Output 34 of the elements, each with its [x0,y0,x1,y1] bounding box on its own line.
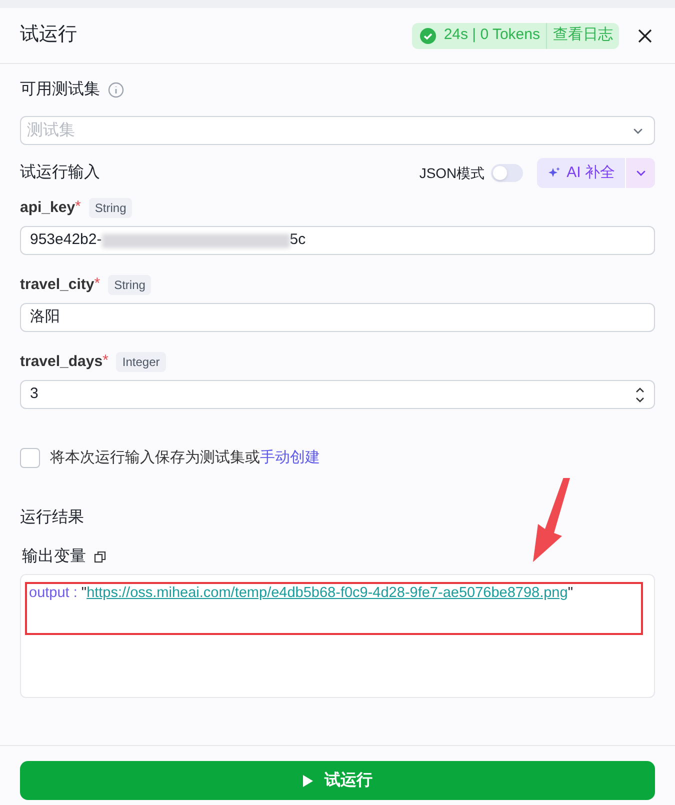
field-label: travel_city [20,274,94,295]
output-label: 输出变量 [22,546,86,567]
json-mode-label: JSON模式 [419,164,485,182]
input-value: 5c [290,230,306,250]
section-label: 运行结果 [20,508,85,528]
required-mark: * [75,197,81,217]
run-button[interactable]: 试运行 [20,761,655,800]
field-label: api_key [20,198,76,218]
input-field[interactable]: 953e42b2- 5c [20,226,655,255]
type-tag: Integer [116,352,166,372]
info-icon [108,82,124,98]
save-option-text: 将本次运行输入保存为测试集或手动创建 [50,448,320,468]
dialog-title: 试运行 [20,23,77,48]
stepper-icon[interactable] [635,386,645,404]
create-manually-link[interactable]: 手动创建 [260,448,320,466]
input-value: 953e42b2- [30,230,102,250]
input-field[interactable]: 洛阳 [20,303,655,332]
output-line: output : "https://oss.miheai.com/temp/e4db5b68-f0c9-4d28-9fe7-ae5076be8798.png" [29,584,574,603]
type-tag: String [108,275,152,295]
view-log-link[interactable]: 查看日志 [546,22,619,48]
output-url-link[interactable]: https://oss.miheai.com/temp/e4db5b68-f0c9-4d28-9fe7-ae5076be8798.png [86,585,568,601]
ai-complete-button[interactable]: AI 补全 [536,158,625,188]
save-checkbox[interactable] [20,448,40,468]
section-label: 可用测试集 [20,80,100,100]
input-field[interactable]: 3 [20,380,655,409]
field-label: travel_days [20,352,103,372]
required-mark: * [94,274,100,294]
run-summary: 24s | 0 Tokens [444,25,541,46]
json-mode-toggle[interactable] [490,164,523,182]
play-icon [302,774,312,786]
type-tag: String [88,198,132,218]
required-mark: * [102,351,108,371]
section-label: 试运行输入 [20,162,100,183]
copy-icon[interactable] [94,551,106,563]
